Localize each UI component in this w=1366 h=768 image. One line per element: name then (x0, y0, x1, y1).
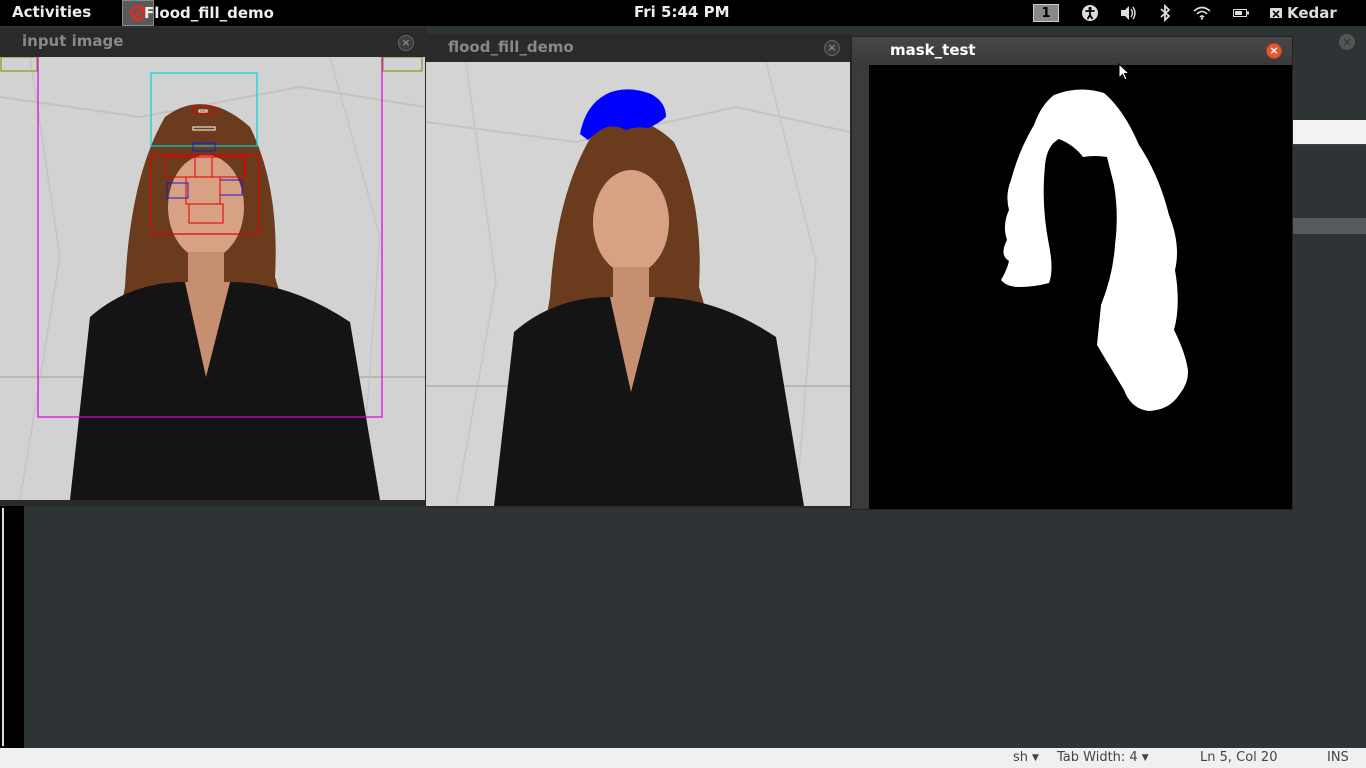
window-title: flood_fill_demo (448, 38, 574, 56)
activities-button[interactable]: Activities (12, 3, 91, 21)
input-image-titlebar[interactable]: input image × (0, 28, 426, 57)
input-image-photo (0, 57, 425, 500)
app-menu[interactable]: Flood_fill_demo (122, 0, 274, 26)
cursor-position: Ln 5, Col 20 (1200, 750, 1278, 765)
volume-icon[interactable] (1119, 5, 1137, 21)
language-selector[interactable]: sh ▼ (1013, 750, 1039, 765)
flood-fill-window[interactable]: flood_fill_demo × (426, 34, 851, 508)
language-label: sh (1013, 750, 1029, 765)
mask-test-titlebar[interactable]: mask_test × (852, 37, 1292, 65)
flood-fill-canvas (426, 62, 850, 506)
system-tray: 1 Kedar (1033, 0, 1337, 26)
tab-width-label: Tab Width: 4 (1057, 750, 1138, 765)
flood-fill-photo (426, 62, 850, 506)
mask-canvas (869, 65, 1292, 509)
app-menu-title: Flood_fill_demo (144, 4, 274, 22)
window-title: input image (22, 32, 124, 50)
text-cursor (2, 508, 4, 746)
chevron-down-icon: ▼ (1032, 753, 1039, 763)
user-menu[interactable]: Kedar (1287, 4, 1337, 22)
top-panel: Activities Flood_fill_demo Fri 5:44 PM 1… (0, 0, 1366, 26)
chevron-down-icon: ▼ (1141, 753, 1149, 763)
editor-close-icon[interactable]: × (1339, 34, 1355, 50)
accessibility-icon[interactable] (1081, 4, 1099, 22)
clock[interactable]: Fri 5:44 PM (634, 3, 730, 21)
insert-mode: INS (1327, 750, 1349, 765)
close-icon[interactable]: × (1266, 43, 1282, 59)
tab-width-selector[interactable]: Tab Width: 4 ▼ (1057, 750, 1149, 765)
editor-gutter (0, 506, 24, 748)
flood-fill-titlebar[interactable]: flood_fill_demo × (426, 34, 851, 62)
input-image-window[interactable]: input image × (0, 28, 426, 506)
battery-icon[interactable] (1233, 8, 1249, 18)
input-image-canvas (0, 57, 425, 500)
close-icon[interactable]: × (824, 40, 840, 56)
mask-image (869, 65, 1292, 509)
window-title: mask_test (890, 41, 976, 59)
editor-selected-row (1293, 218, 1366, 234)
user-icon[interactable]: Kedar (1269, 4, 1337, 22)
mouse-pointer-icon (1118, 63, 1130, 81)
bluetooth-icon[interactable] (1159, 4, 1171, 22)
wifi-icon[interactable] (1193, 6, 1211, 20)
close-icon[interactable]: × (398, 35, 414, 51)
workspace-indicator[interactable]: 1 (1033, 4, 1059, 22)
mask-test-window[interactable]: mask_test × (851, 36, 1293, 510)
editor-panel-divider (1293, 144, 1366, 146)
editor-statusbar: sh ▼ Tab Width: 4 ▼ Ln 5, Col 20 INS (0, 748, 1366, 768)
editor-panel-strip (1293, 120, 1366, 144)
